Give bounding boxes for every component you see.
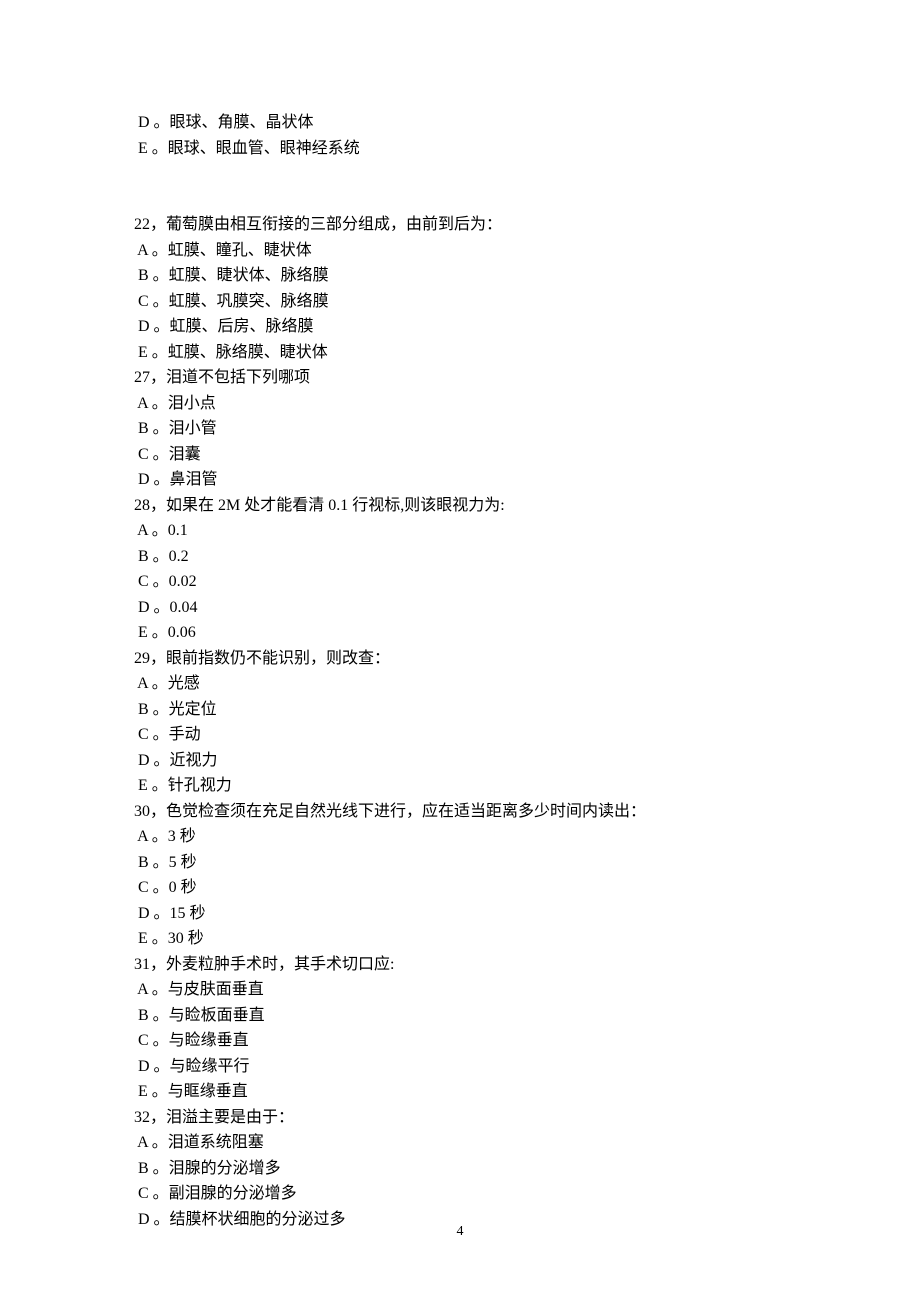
text-line: B 。泪小管: [134, 416, 920, 442]
text-line: 27，泪道不包括下列哪项: [134, 365, 920, 391]
text-line: B 。泪腺的分泌增多: [134, 1156, 920, 1182]
text-line: C 。与睑缘垂直: [134, 1028, 920, 1054]
text-line: A 。泪道系统阻塞: [134, 1130, 920, 1156]
text-line: C 。0 秒: [134, 875, 920, 901]
page-number: 4: [0, 1219, 920, 1245]
text-line: 22，葡萄膜由相互衔接的三部分组成，由前到后为：: [134, 212, 920, 238]
text-line: B 。光定位: [134, 697, 920, 723]
text-line: [134, 161, 920, 187]
text-line: B 。5 秒: [134, 850, 920, 876]
text-line: C 。虹膜、巩膜突、脉络膜: [134, 289, 920, 315]
text-line: 32，泪溢主要是由于：: [134, 1105, 920, 1131]
text-line: 30，色觉检查须在充足自然光线下进行，应在适当距离多少时间内读出：: [134, 799, 920, 825]
page-content: D 。眼球、角膜、晶状体 E 。眼球、眼血管、眼神经系统 22，葡萄膜由相互衔接…: [134, 110, 920, 1232]
text-line: 31，外麦粒肿手术时，其手术切口应:: [134, 952, 920, 978]
text-line: B 。0.2: [134, 544, 920, 570]
text-line: A 。光感: [134, 671, 920, 697]
text-line: D 。虹膜、后房、脉络膜: [134, 314, 920, 340]
text-line: E 。虹膜、脉络膜、睫状体: [134, 340, 920, 366]
text-line: C 。手动: [134, 722, 920, 748]
text-line: D 。与睑缘平行: [134, 1054, 920, 1080]
text-line: E 。30 秒: [134, 926, 920, 952]
text-line: C 。0.02: [134, 569, 920, 595]
text-line: A 。与皮肤面垂直: [134, 977, 920, 1003]
text-line: A 。3 秒: [134, 824, 920, 850]
text-line: B 。虹膜、睫状体、脉络膜: [134, 263, 920, 289]
text-line: E 。针孔视力: [134, 773, 920, 799]
text-line: [134, 187, 920, 213]
text-line: D 。近视力: [134, 748, 920, 774]
text-line: D 。0.04: [134, 595, 920, 621]
text-line: E 。眼球、眼血管、眼神经系统: [134, 136, 920, 162]
text-line: 28，如果在 2M 处才能看清 0.1 行视标,则该眼视力为:: [134, 493, 920, 519]
text-line: C 。泪囊: [134, 442, 920, 468]
document-page: D 。眼球、角膜、晶状体 E 。眼球、眼血管、眼神经系统 22，葡萄膜由相互衔接…: [0, 0, 920, 1302]
text-line: 29，眼前指数仍不能识别，则改查：: [134, 646, 920, 672]
text-line: D 。眼球、角膜、晶状体: [134, 110, 920, 136]
text-line: A 。泪小点: [134, 391, 920, 417]
text-line: D 。鼻泪管: [134, 467, 920, 493]
text-line: A 。虹膜、瞳孔、睫状体: [134, 238, 920, 264]
text-line: A 。0.1: [134, 518, 920, 544]
text-line: D 。15 秒: [134, 901, 920, 927]
text-line: E 。0.06: [134, 620, 920, 646]
text-line: E 。与眶缘垂直: [134, 1079, 920, 1105]
text-line: C 。副泪腺的分泌增多: [134, 1181, 920, 1207]
text-line: B 。与睑板面垂直: [134, 1003, 920, 1029]
